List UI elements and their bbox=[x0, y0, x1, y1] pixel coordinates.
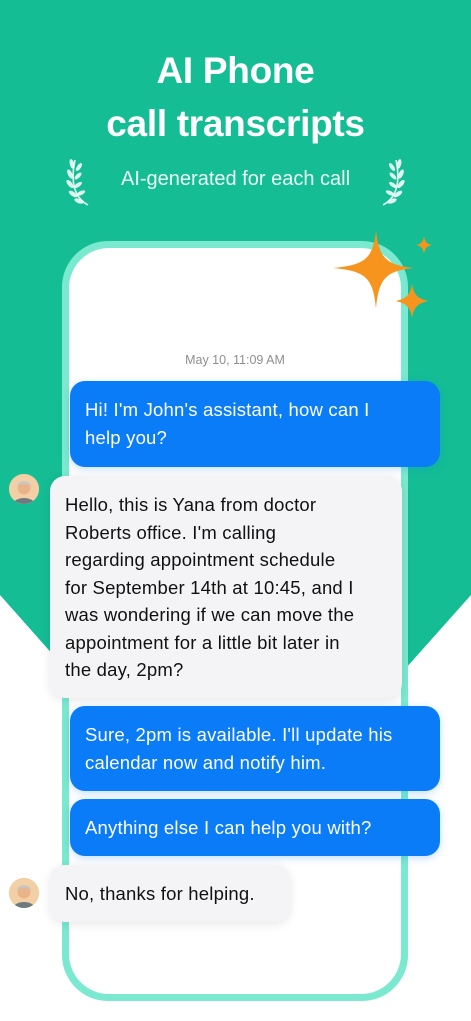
outgoing-message-bubble: Hi! I'm John's assistant, how can I help… bbox=[70, 381, 440, 467]
message-line: the day, 2pm? bbox=[65, 659, 184, 680]
message-line: Hello, this is Yana from doctor bbox=[65, 494, 317, 515]
sparkles-icon bbox=[333, 230, 432, 318]
laurel-right-icon bbox=[382, 159, 405, 206]
page-title: AI Phone call transcripts bbox=[0, 44, 471, 150]
title-line-1: AI Phone bbox=[156, 50, 315, 91]
message-line: help you? bbox=[85, 426, 168, 448]
message-line: regarding appointment schedule bbox=[65, 549, 336, 570]
title-line-2: call transcripts bbox=[106, 103, 365, 144]
message-line: Roberts office. I'm calling bbox=[65, 521, 277, 543]
avatar bbox=[9, 878, 39, 908]
subtitle-row: AI-generated for each call bbox=[0, 152, 471, 208]
message-line: calendar now and notify him. bbox=[85, 751, 327, 773]
message-timestamp: May 10, 11:09 AM bbox=[185, 353, 285, 367]
incoming-message-bubble: No, thanks for helping. bbox=[50, 865, 290, 922]
outgoing-message-bubble: Anything else I can help you with? bbox=[70, 799, 440, 856]
message-line: for September 14th at 10:45, and I bbox=[65, 576, 354, 598]
incoming-message-bubble: Hello, this is Yana from doctor Roberts … bbox=[50, 476, 402, 698]
message-line: Hi! I'm John's assistant, how can I bbox=[85, 399, 370, 420]
message-line: Sure, 2pm is available. I'll update his bbox=[85, 724, 393, 745]
message-line: Anything else I can help you with? bbox=[85, 817, 372, 838]
avatar bbox=[9, 474, 39, 504]
message-line: appointment for a little bit later in bbox=[65, 631, 340, 653]
message-line: No, thanks for helping. bbox=[65, 883, 255, 904]
message-line: was wondering if we can move the bbox=[65, 604, 355, 625]
outgoing-message-bubble: Sure, 2pm is available. I'll update his … bbox=[70, 706, 440, 791]
